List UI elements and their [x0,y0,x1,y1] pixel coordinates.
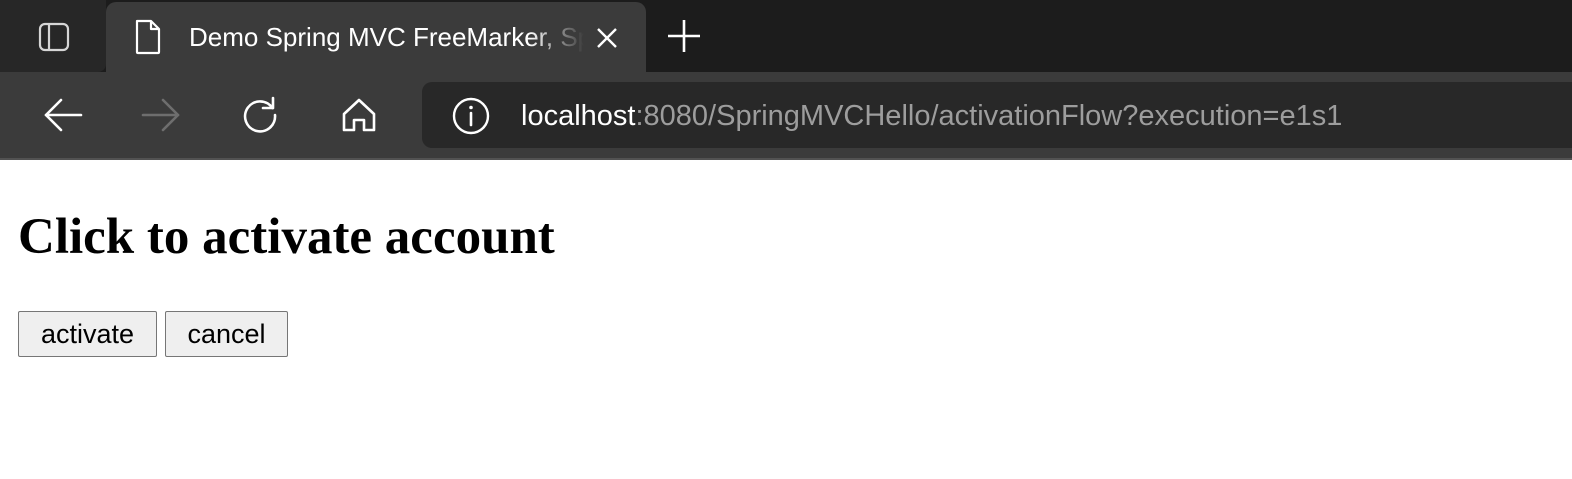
address-bar[interactable]: localhost:8080/SpringMVCHello/activation… [422,82,1572,148]
refresh-button[interactable] [235,90,285,140]
forward-button[interactable] [136,90,186,140]
address-url[interactable]: localhost:8080/SpringMVCHello/activation… [521,94,1342,138]
arrow-left-icon [44,98,83,132]
tab-actions-area [0,0,106,72]
activate-button[interactable]: activate [18,311,157,357]
tab-title: Demo Spring MVC FreeMarker, Spring Web F… [189,22,584,52]
home-icon [342,98,376,132]
tab-actions-button[interactable] [34,17,74,57]
refresh-icon [243,96,277,133]
cancel-button[interactable]: cancel [165,311,288,357]
tab-close-button[interactable] [590,21,624,55]
browser-tab-strip: Demo Spring MVC FreeMarker, Spring Web F… [0,0,1572,74]
sidebar-panel-icon [38,22,70,52]
arrow-right-icon [141,98,180,132]
page-heading: Click to activate account [18,209,555,265]
info-icon [452,97,490,135]
back-button[interactable] [38,90,88,140]
site-info-button[interactable] [450,95,492,137]
browser-tab-active[interactable]: Demo Spring MVC FreeMarker, Spring Web F… [106,2,646,74]
url-path: :8080/SpringMVCHello/activationFlow?exec… [635,100,1343,132]
url-host: localhost [521,100,636,132]
close-icon [597,28,617,48]
home-button[interactable] [334,90,384,140]
new-tab-button[interactable] [662,14,706,58]
page-document-icon [135,19,161,55]
page-content: Click to activate account activate cance… [0,160,1572,479]
plus-icon [668,20,700,52]
browser-toolbar: localhost:8080/SpringMVCHello/activation… [0,72,1572,158]
